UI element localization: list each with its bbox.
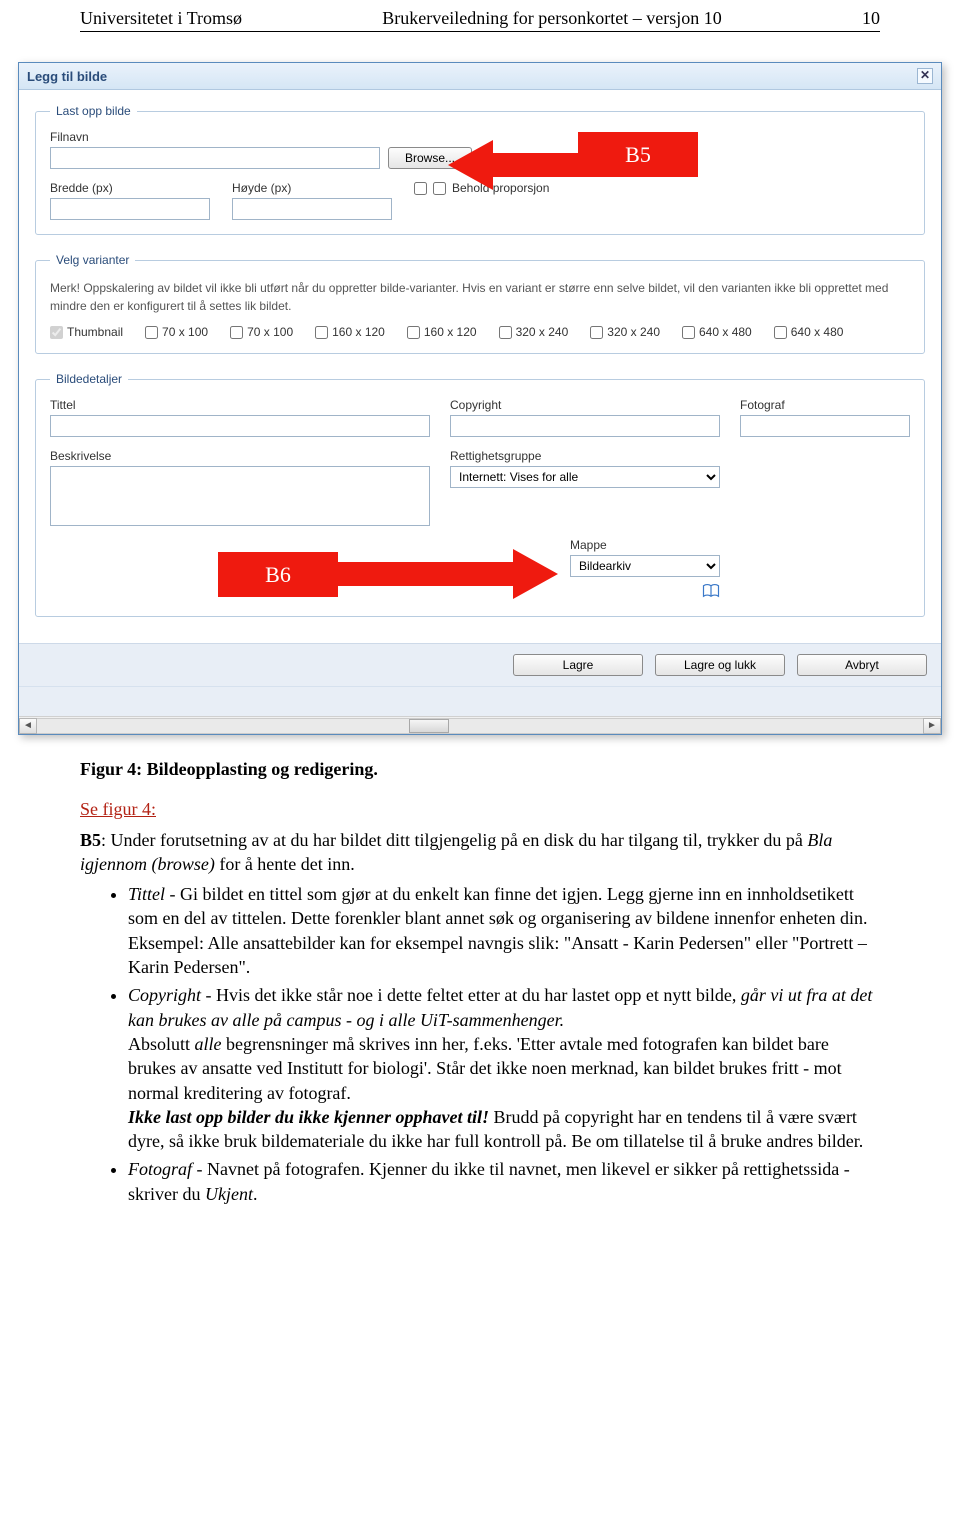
figure-caption: Figur 4: Bildeopplasting og redigering. (80, 757, 880, 781)
variants-row: Thumbnail 70 x 100 70 x 100 160 x 120 16… (50, 325, 910, 339)
variant-160x120-b[interactable]: 160 x 120 (407, 325, 477, 339)
behold-checkbox-1[interactable] (414, 182, 427, 195)
callout-b6: B6 (218, 552, 338, 597)
variant-640x480-a[interactable]: 640 x 480 (682, 325, 752, 339)
intro-line-1: Se figur 4: (80, 797, 880, 821)
panel-upload-legend: Last opp bilde (50, 104, 137, 118)
horizontal-scrollbar[interactable]: ◄ ► (19, 716, 941, 734)
lagre-og-lukk-button[interactable]: Lagre og lukk (655, 654, 785, 676)
variant-320x240-b[interactable]: 320 x 240 (590, 325, 660, 339)
label-beskrivelse: Beskrivelse (50, 449, 430, 463)
variant-70x100-a[interactable]: 70 x 100 (145, 325, 208, 339)
beskrivelse-input[interactable] (50, 466, 430, 526)
dialog-titlebar: Legg til bilde ✕ (19, 63, 941, 90)
scroll-thumb[interactable] (409, 719, 449, 733)
page-header: Universitetet i Tromsø Brukerveiledning … (0, 0, 960, 31)
close-icon[interactable]: ✕ (917, 68, 933, 84)
variant-70x100-b[interactable]: 70 x 100 (230, 325, 293, 339)
panel-variants: Velg varianter Merk! Oppskalering av bil… (35, 253, 925, 354)
avbryt-button[interactable]: Avbryt (797, 654, 927, 676)
filnavn-input[interactable] (50, 147, 380, 169)
variant-160x120-a[interactable]: 160 x 120 (315, 325, 385, 339)
variant-640x480-b[interactable]: 640 x 480 (774, 325, 844, 339)
label-fotograf: Fotograf (740, 398, 910, 412)
book-icon[interactable] (702, 583, 720, 599)
behold-checkbox-2[interactable] (433, 182, 446, 195)
fotograf-input[interactable] (740, 415, 910, 437)
panel-details-legend: Bildedetaljer (50, 372, 128, 386)
bullet-tittel: Tittel - Gi bildet en tittel som gjør at… (128, 882, 880, 979)
mappe-select[interactable]: Bildearkiv (570, 555, 720, 577)
label-mappe: Mappe (570, 538, 720, 552)
rettighetsgruppe-select[interactable]: Internett: Vises for alle (450, 466, 720, 488)
page-number: 10 (862, 8, 880, 29)
label-copyright: Copyright (450, 398, 720, 412)
label-hoyde: Høyde (px) (232, 181, 392, 195)
variants-note: Merk! Oppskalering av bildet vil ikke bl… (50, 279, 910, 315)
figure-4-screenshot: Legg til bilde ✕ Last opp bilde Filnavn … (18, 62, 942, 735)
label-rettighetsgruppe: Rettighetsgruppe (450, 449, 720, 463)
scroll-right-icon[interactable]: ► (923, 718, 941, 734)
header-rule (80, 31, 880, 32)
header-center: Brukerveiledning for personkortet – vers… (242, 8, 862, 29)
label-bredde: Bredde (px) (50, 181, 210, 195)
intro-line-2: B5: Under forutsetning av at du har bild… (80, 828, 880, 877)
dialog-title: Legg til bilde (27, 69, 107, 84)
arrow-b5-icon (448, 140, 588, 190)
arrow-b6-icon (338, 549, 558, 599)
lagre-button[interactable]: Lagre (513, 654, 643, 676)
bredde-input[interactable] (50, 198, 210, 220)
bullet-copyright: Copyright - Hvis det ikke står noe i det… (128, 983, 880, 1153)
copyright-input[interactable] (450, 415, 720, 437)
header-left: Universitetet i Tromsø (80, 8, 242, 29)
label-tittel: Tittel (50, 398, 430, 412)
bullet-fotograf: Fotograf - Navnet på fotografen. Kjenner… (128, 1157, 880, 1206)
variant-thumbnail[interactable]: Thumbnail (50, 325, 123, 339)
scroll-left-icon[interactable]: ◄ (19, 718, 37, 734)
panel-variants-legend: Velg varianter (50, 253, 135, 267)
callout-b5: B5 (578, 132, 698, 177)
dialog-action-bar: Lagre Lagre og lukk Avbryt (19, 643, 941, 686)
body-text: Figur 4: Bildeopplasting og redigering. … (0, 745, 960, 1250)
variant-320x240-a[interactable]: 320 x 240 (499, 325, 569, 339)
tittel-input[interactable] (50, 415, 430, 437)
hoyde-input[interactable] (232, 198, 392, 220)
